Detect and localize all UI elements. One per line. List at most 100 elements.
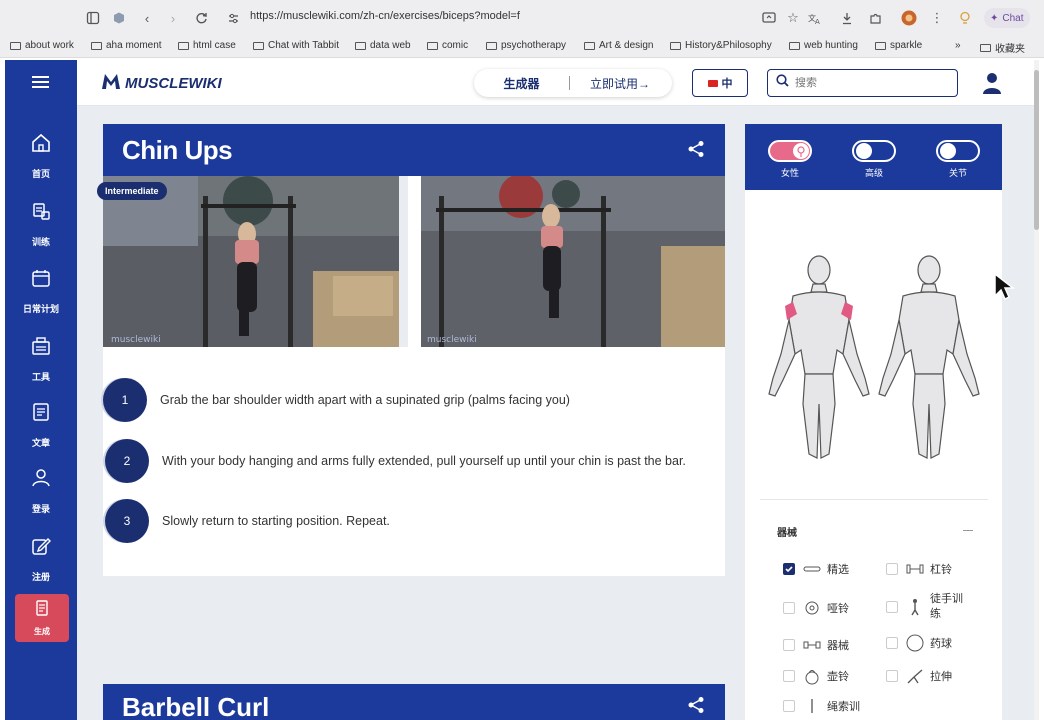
equipment-option-stretch[interactable]: 拉伸 — [886, 667, 952, 685]
language-selector[interactable]: 中 — [692, 69, 748, 97]
folder-icon — [980, 43, 991, 52]
reload-icon[interactable] — [192, 9, 210, 27]
sidebar-item-login[interactable]: 登录 — [5, 467, 77, 515]
equipment-option-featured[interactable]: 精选 — [783, 560, 849, 578]
share-icon[interactable] — [687, 696, 705, 719]
bookmark-star-icon[interactable]: ☆ — [784, 9, 802, 27]
toggle-knob — [856, 143, 872, 159]
share-icon[interactable] — [687, 140, 705, 163]
step-text: With your body hanging and arms fully ex… — [162, 454, 686, 468]
generator-button[interactable]: 生成器 — [474, 75, 569, 92]
step-text: Grab the bar shoulder width apart with a… — [160, 393, 570, 407]
bookmark-html-case[interactable]: html case — [178, 40, 236, 51]
toggle-female[interactable] — [768, 140, 812, 162]
chat-button[interactable]: ✦ Chat — [984, 8, 1030, 28]
sidebar-item-home[interactable]: 首页 — [5, 132, 77, 180]
bookmark-about-work[interactable]: about work — [10, 40, 74, 51]
scrollbar-thumb[interactable] — [1034, 70, 1039, 230]
extension-cube-icon[interactable] — [110, 9, 128, 27]
checkbox[interactable] — [886, 563, 898, 575]
bookmark-data-web[interactable]: data web — [355, 40, 411, 51]
extension-avatar-icon[interactable] — [900, 9, 918, 27]
folder-icon — [178, 41, 189, 50]
page-scrollbar[interactable] — [1034, 60, 1039, 720]
sidebar-item-label: 首页 — [31, 169, 50, 179]
sidebar-item-label: 注册 — [31, 572, 50, 582]
toggle-advanced[interactable] — [852, 140, 896, 162]
bookmark-chat-with-tabbit[interactable]: Chat with Tabbit — [253, 40, 339, 51]
favorites-folder[interactable]: 收藏夹 — [980, 40, 1025, 55]
svg-text:musclewiki: musclewiki — [111, 335, 161, 345]
site-settings-icon[interactable] — [224, 9, 242, 27]
sidebar-item-register[interactable]: 注册 — [5, 535, 77, 583]
checkbox[interactable] — [783, 670, 795, 682]
more-menu-icon[interactable]: ⋮ — [928, 9, 946, 27]
sidebar-toggle-icon[interactable] — [84, 9, 102, 27]
folder-icon — [91, 41, 102, 50]
checkbox[interactable] — [886, 601, 898, 613]
bookmark-sparkle[interactable]: sparkle — [875, 40, 922, 51]
extensions-puzzle-icon[interactable] — [866, 9, 884, 27]
toggle-label: 女性 — [780, 168, 799, 178]
folder-icon — [584, 41, 595, 50]
sidebar-item-tools[interactable]: 工具 — [5, 335, 77, 383]
back-icon[interactable]: ‹ — [138, 9, 156, 27]
exercise-title: Barbell Curl — [122, 692, 270, 720]
sidebar-item-daily-plan[interactable]: 日常计划 — [5, 267, 77, 315]
equipment-option-machine[interactable]: 器械 — [783, 636, 849, 654]
folder-icon — [427, 41, 438, 50]
equipment-option-dumbbell[interactable]: 哑铃 — [783, 599, 849, 617]
checkbox[interactable] — [783, 602, 795, 614]
sidebar-item-generate[interactable]: 生成 — [15, 594, 69, 642]
machine-icon — [803, 636, 821, 654]
dumbbell-icon — [30, 200, 52, 227]
sidebar-item-training[interactable]: 训练 — [5, 200, 77, 248]
translate-icon[interactable]: 文A — [806, 9, 824, 27]
bookmark-comic[interactable]: comic — [427, 40, 468, 51]
bulb-icon[interactable] — [956, 9, 974, 27]
site-logo[interactable]: MUSCLEWIKI — [101, 72, 222, 94]
instruction-step: 1 Grab the bar shoulder width apart with… — [103, 378, 570, 422]
checkbox[interactable] — [783, 639, 795, 651]
divider — [760, 499, 988, 500]
step-number: 1 — [103, 378, 147, 422]
folder-icon — [875, 41, 886, 50]
logo-text: MUSCLEWIKI — [125, 74, 222, 92]
checkbox[interactable] — [886, 670, 898, 682]
checkbox[interactable] — [783, 700, 795, 712]
equipment-option-barbell[interactable]: 杠铃 — [886, 560, 952, 578]
more-bookmarks-button[interactable]: » — [955, 40, 961, 51]
bookmark-web-hunting[interactable]: web hunting — [789, 40, 858, 51]
search-input[interactable] — [795, 77, 945, 89]
login-icon — [30, 467, 52, 494]
equipment-label: 绳索训 — [827, 701, 860, 713]
home-icon — [30, 132, 52, 159]
bookmark-psychotherapy[interactable]: psychotherapy — [486, 40, 566, 51]
bookmark-art-design[interactable]: Art & design — [584, 40, 653, 51]
checkbox[interactable] — [886, 637, 898, 649]
equipment-option-cable[interactable]: 绳索训 — [783, 697, 860, 715]
download-icon[interactable] — [838, 9, 856, 27]
bookmark-aha-moment[interactable]: aha moment — [91, 40, 162, 51]
try-now-link[interactable]: 立即试用→ — [570, 75, 670, 92]
hamburger-menu-icon[interactable] — [32, 75, 49, 94]
sidebar-item-articles[interactable]: 文章 — [5, 401, 77, 449]
equipment-option-kettlebell[interactable]: 壶铃 — [783, 667, 849, 685]
bookmarks-bar: about work aha moment html case Chat wit… — [0, 36, 1044, 58]
equipment-option-medicine-ball[interactable]: 药球 — [886, 634, 952, 652]
muscle-body-map[interactable] — [763, 254, 985, 465]
folder-icon — [10, 41, 21, 50]
checkbox-checked[interactable] — [783, 563, 795, 575]
toggle-label: 高级 — [864, 168, 883, 178]
equipment-option-bodyweight[interactable]: 徒手训练 — [886, 592, 976, 622]
mouse-cursor-icon — [993, 272, 1016, 307]
register-icon — [30, 535, 52, 562]
collapse-icon[interactable] — [963, 530, 973, 531]
toggle-joints[interactable] — [936, 140, 980, 162]
search-box[interactable] — [767, 69, 958, 97]
forward-icon[interactable]: › — [164, 9, 182, 27]
user-account-icon[interactable] — [981, 71, 1003, 100]
address-bar[interactable]: https://musclewiki.com/zh-cn/exercises/b… — [250, 10, 520, 22]
screen-share-icon[interactable] — [760, 9, 778, 27]
bookmark-history-philosophy[interactable]: History&Philosophy — [670, 40, 772, 51]
